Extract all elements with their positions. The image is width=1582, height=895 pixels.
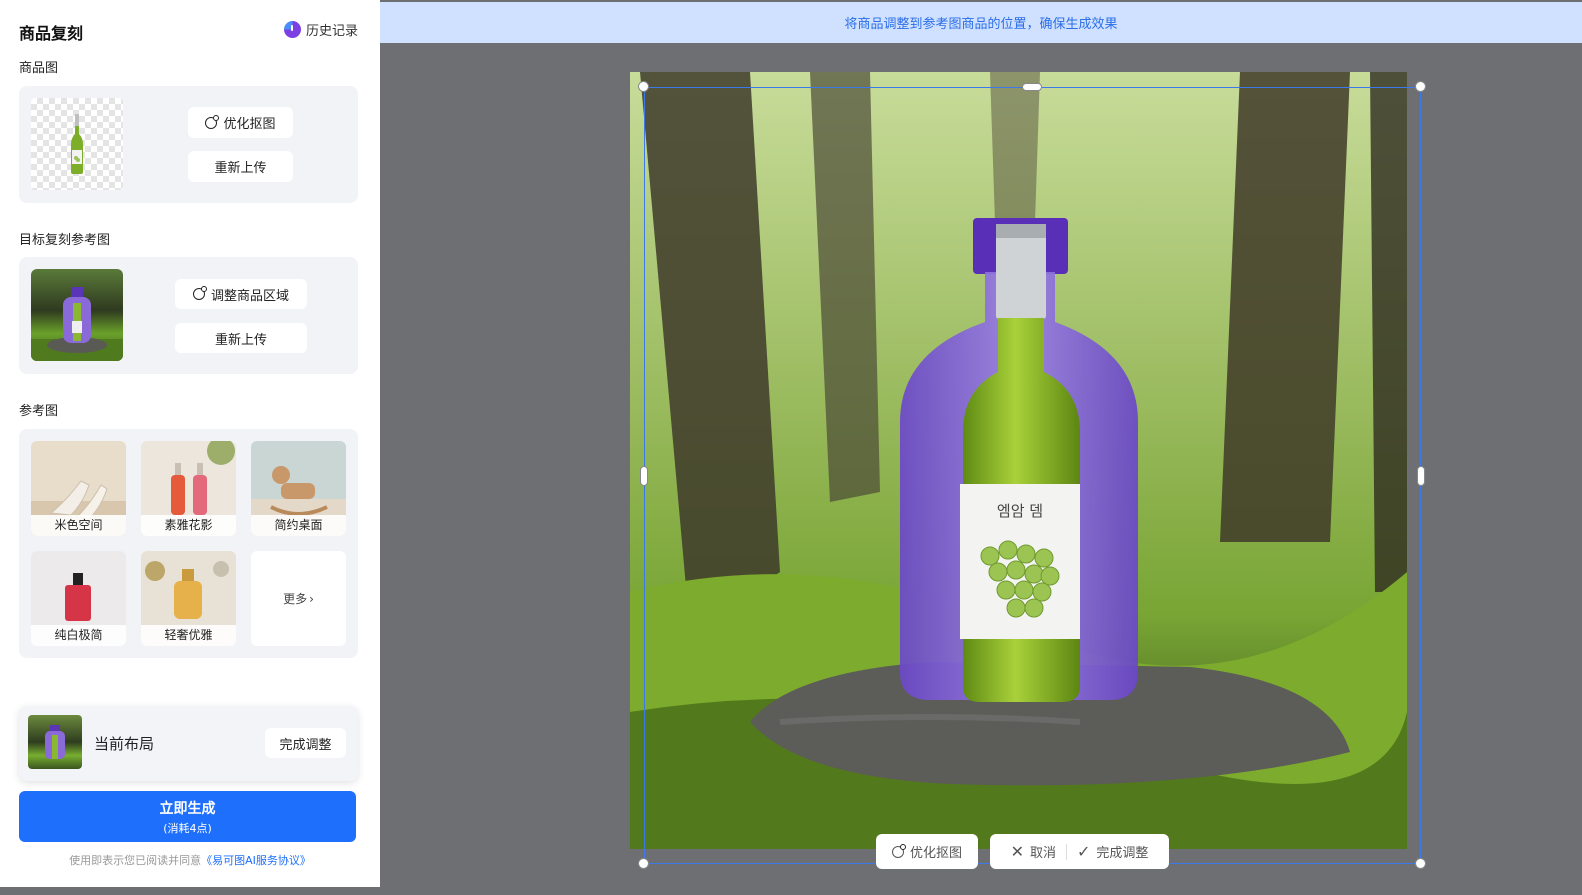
reference-label: 纯白极简 [31,625,126,646]
product-thumbnail[interactable] [31,98,123,190]
resize-handle-bottom-left[interactable] [638,858,649,869]
product-section-label: 商品图 [19,61,59,76]
reference-item[interactable]: 素雅花影 [141,441,236,536]
generate-button[interactable]: 立即生成 (消耗4点) [19,791,356,842]
reference-item[interactable]: 米色空间 [31,441,126,536]
history-button[interactable]: 历史记录 [283,20,358,39]
close-icon: ✕ [1010,842,1024,861]
agreement-prefix: 使用即表示您已阅读并同意 [69,854,202,867]
generate-cost: (消耗4点) [163,821,212,835]
reference-grid: 米色空间 素雅花影 简约桌面 纯白极简 轻奢优雅 更多 › [31,441,346,646]
reference-label: 简约桌面 [251,515,346,536]
toolbar-optimize-label: 优化抠图 [909,846,962,861]
current-layout-card: 当前布局 完成调整 [19,706,358,781]
wine-bottle-icon [71,114,83,174]
resize-handle-top-right[interactable] [1415,81,1426,92]
cutout-icon [891,843,906,858]
product-card: 优化抠图 重新上传 [19,86,358,203]
toolbar-optimize-button[interactable]: 优化抠图 [876,834,978,869]
reupload-target-button[interactable]: 重新上传 [175,323,307,353]
reference-section-label: 参考图 [19,404,59,419]
done-label: 完成调整 [1096,846,1149,861]
hint-banner: 将商品调整到参考图商品的位置，确保生成效果 [380,2,1582,43]
reupload-target-label: 重新上传 [214,332,267,348]
reference-label: 轻奢优雅 [141,625,236,646]
generate-label: 立即生成 [159,800,216,817]
reupload-product-button[interactable]: 重新上传 [188,151,293,182]
target-card: 调整商品区域 重新上传 [19,257,358,374]
finish-adjust-button[interactable]: 完成调整 [265,728,346,758]
toolbar-actions: ✕ 取消 ✓ 完成调整 [990,834,1169,869]
left-panel: 商品复刻 历史记录 商品图 优化抠图 重新上传 目标复刻参考图 调整商品区域 重… [0,0,380,887]
reference-card: 米色空间 素雅花影 简约桌面 纯白极简 轻奢优雅 更多 › [19,429,358,658]
adjust-product-area-button[interactable]: 调整商品区域 [175,279,307,309]
resize-handle-top[interactable] [1022,83,1042,91]
reupload-product-label: 重新上传 [214,161,267,176]
resize-handle-bottom-right[interactable] [1415,858,1426,869]
cancel-label: 取消 [1029,846,1056,861]
agreement-link[interactable]: 《易可图AI服务协议》 [201,854,311,867]
reference-item[interactable]: 简约桌面 [251,441,346,536]
chevron-right-icon: › [309,591,314,606]
optimize-cutout-button[interactable]: 优化抠图 [188,107,293,138]
resize-handle-right[interactable] [1417,466,1425,486]
reference-item[interactable]: 纯白极简 [31,551,126,646]
history-label: 历史记录 [305,24,358,39]
page-title: 商品复刻 [19,24,84,43]
more-references-button[interactable]: 更多 › [251,551,346,646]
adjust-icon [192,286,207,300]
reference-label: 米色空间 [31,515,126,536]
resize-handle-top-left[interactable] [638,81,649,92]
check-icon: ✓ [1077,842,1091,861]
reference-label: 素雅花影 [141,515,236,536]
toolbar-divider [1066,843,1067,860]
adjust-product-area-label: 调整商品区域 [210,288,289,304]
done-button[interactable]: ✓ 完成调整 [1077,842,1148,861]
target-section-label: 目标复刻参考图 [19,233,111,248]
target-reference-thumbnail[interactable] [31,269,123,361]
hint-text: 将商品调整到参考图商品的位置，确保生成效果 [844,17,1118,32]
agreement-text: 使用即表示您已阅读并同意《易可图AI服务协议》 [0,852,380,868]
layout-preview-icon [45,725,65,759]
purple-bottle-icon [31,287,123,361]
reference-item[interactable]: 轻奢优雅 [141,551,236,646]
current-layout-label: 当前布局 [94,735,155,753]
history-icon [283,21,301,38]
cancel-button[interactable]: ✕ 取消 [1011,842,1056,861]
more-label: 更多 [283,592,308,606]
layout-thumbnail [28,715,82,769]
cutout-icon [205,114,220,129]
optimize-cutout-label: 优化抠图 [223,117,276,132]
resize-handle-left[interactable] [640,466,648,486]
selection-frame[interactable] [644,87,1421,864]
